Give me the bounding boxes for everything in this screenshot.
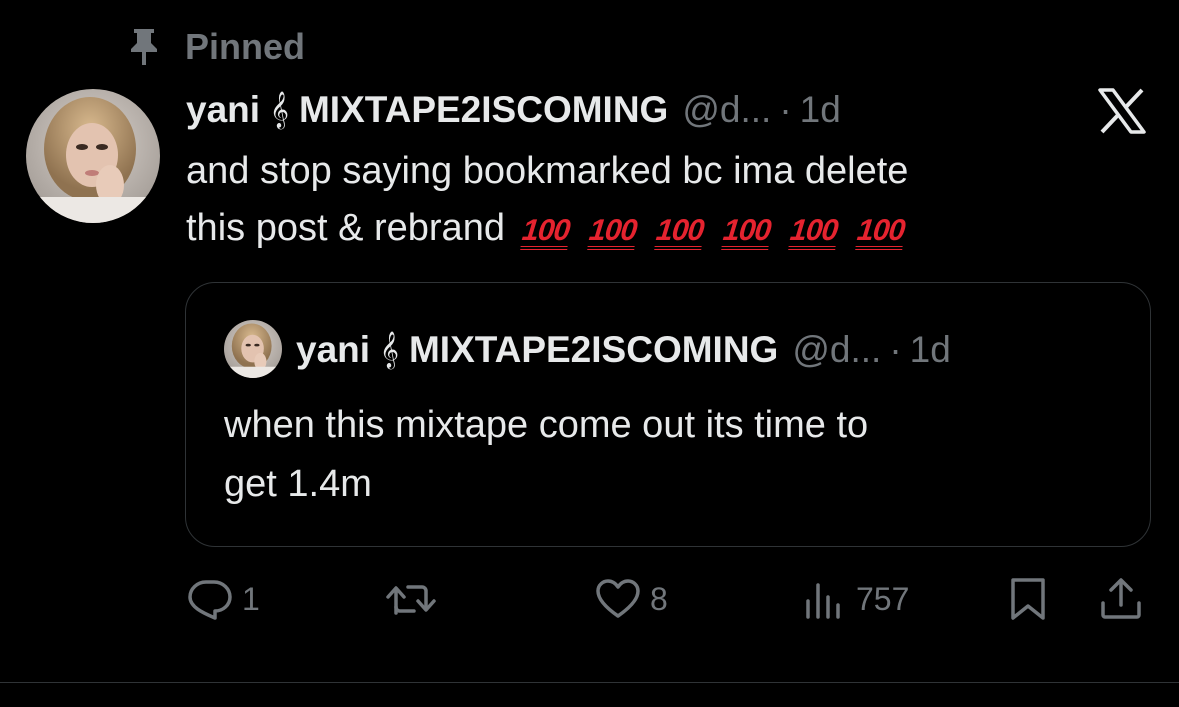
quoted-avatar[interactable] — [224, 320, 282, 378]
post-header: yani 𝄞 MIXTAPE2ISCOMING @d... · 1d — [186, 86, 841, 134]
handle[interactable]: @d... — [682, 89, 771, 131]
post-text-line-1: and stop saying bookmarked bc ima delete — [186, 150, 909, 192]
reply-button[interactable]: 1 — [186, 575, 260, 623]
like-count: 8 — [650, 580, 668, 617]
hundred-emoji-group: 100 100 100 100 100 100 — [519, 202, 924, 259]
timestamp[interactable]: 1d — [800, 89, 841, 131]
hundred-emoji-icon: 100 — [720, 214, 772, 250]
hundred-emoji-icon: 100 — [519, 214, 571, 250]
pin-icon — [124, 26, 164, 68]
quoted-text-line-2: get 1.4m — [224, 463, 372, 505]
bookmark-button[interactable] — [1006, 575, 1050, 623]
quoted-text: when this mixtape come out its time to g… — [224, 396, 1124, 514]
views-icon — [806, 583, 840, 619]
avatar[interactable] — [26, 89, 160, 223]
separator-dot: · — [889, 329, 902, 370]
action-bar: 1 8 757 — [186, 575, 1146, 623]
post-text-line-2: this post & rebrand — [186, 207, 505, 249]
quoted-timestamp[interactable]: 1d — [910, 329, 951, 371]
separator-dot: · — [779, 89, 792, 130]
views-button[interactable]: 757 — [800, 575, 909, 623]
hundred-emoji-icon: 100 — [586, 214, 638, 250]
bookmark-icon — [1011, 578, 1045, 620]
quoted-text-line-1: when this mixtape come out its time to — [224, 404, 869, 446]
share-button[interactable] — [1098, 575, 1144, 623]
reply-icon — [188, 580, 232, 620]
repost-button[interactable] — [384, 575, 446, 623]
quoted-handle[interactable]: @d... — [792, 329, 881, 371]
hundred-emoji-icon: 100 — [653, 214, 705, 250]
like-button[interactable]: 8 — [594, 575, 668, 623]
views-count: 757 — [856, 580, 910, 617]
x-logo-icon — [1098, 88, 1146, 134]
display-name[interactable]: yani — [186, 89, 260, 131]
treble-clef-icon: 𝄞 — [380, 331, 399, 367]
display-name-suffix[interactable]: MIXTAPE2ISCOMING — [299, 89, 668, 131]
share-icon — [1101, 578, 1141, 619]
heart-icon — [596, 579, 640, 618]
treble-clef-icon: 𝄞 — [270, 91, 289, 127]
repost-icon — [386, 585, 436, 615]
quoted-display-name[interactable]: yani — [296, 329, 370, 371]
hundred-emoji-icon: 100 — [787, 214, 839, 250]
post-text: and stop saying bookmarked bc ima delete… — [186, 143, 1146, 259]
pinned-label: Pinned — [185, 26, 306, 67]
hundred-emoji-icon: 100 — [855, 214, 906, 250]
quoted-display-name-suffix[interactable]: MIXTAPE2ISCOMING — [409, 329, 778, 371]
divider — [0, 682, 1179, 683]
reply-count: 1 — [242, 580, 260, 617]
quoted-post[interactable]: yani 𝄞 MIXTAPE2ISCOMING @d... · 1d when … — [185, 282, 1151, 547]
quoted-header: yani 𝄞 MIXTAPE2ISCOMING @d... · 1d — [296, 325, 951, 375]
pinned-indicator: Pinned — [124, 26, 305, 68]
